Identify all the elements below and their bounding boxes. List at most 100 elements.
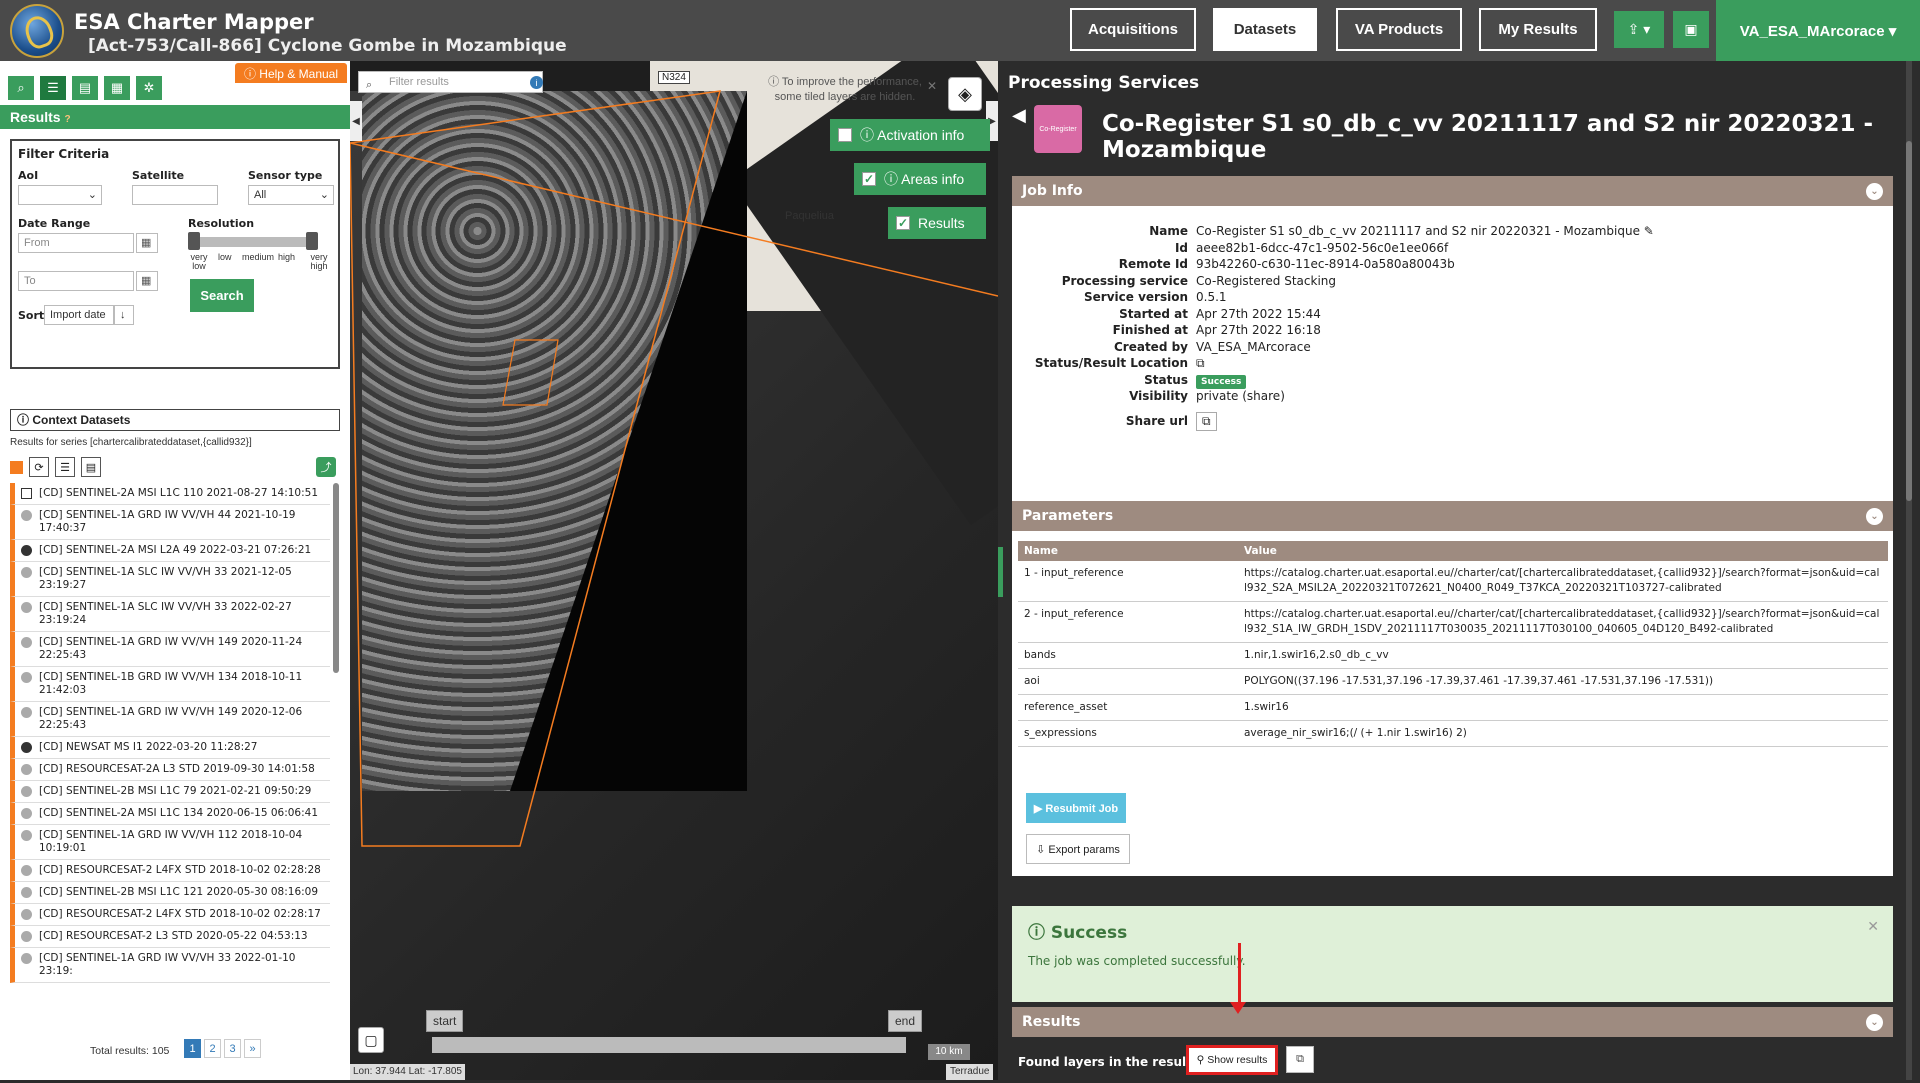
- date-to-input[interactable]: To: [18, 271, 134, 291]
- timeline-slider[interactable]: [432, 1037, 906, 1053]
- search-tool[interactable]: ⌕: [8, 76, 34, 100]
- param-name-header: Name: [1018, 541, 1238, 561]
- activation-info-checkbox[interactable]: [838, 128, 852, 142]
- chevron-down-icon[interactable]: ⌄: [1866, 508, 1883, 525]
- dataset-list-item[interactable]: [CD] RESOURCESAT-2 L3 STD 2020-05-22 04:…: [10, 926, 330, 948]
- dataset-list-item[interactable]: [CD] NEWSAT MS I1 2022-03-20 11:28:27: [10, 737, 330, 759]
- settings-tool[interactable]: ✲: [136, 76, 162, 100]
- page-next[interactable]: »: [244, 1039, 261, 1058]
- dataset-list-item[interactable]: [CD] SENTINEL-1A SLC IW VV/VH 33 2022-02…: [10, 597, 330, 632]
- help-manual-tab[interactable]: ⓘ Help & Manual: [235, 63, 347, 83]
- collapse-left-icon[interactable]: ◀: [350, 101, 362, 141]
- dataset-label: [CD] SENTINEL-2A MSI L1C 134 2020-06-15 …: [39, 807, 319, 819]
- left-panel: ⓘ Help & Manual ⌕ ☰ ▤ ▦ ✲ Results ? Filt…: [0, 61, 350, 1080]
- list-view-icon[interactable]: ☰: [55, 457, 75, 477]
- dataset-list-item[interactable]: [CD] RESOURCESAT-2A L3 STD 2019-09-30 14…: [10, 759, 330, 781]
- calendar-icon[interactable]: ▦: [136, 233, 158, 253]
- dataset-list-item[interactable]: [CD] SENTINEL-2A MSI L1C 134 2020-06-15 …: [10, 803, 330, 825]
- sort-select[interactable]: Import date: [44, 305, 114, 325]
- timeline-start[interactable]: start: [426, 1010, 464, 1032]
- filter-results-input[interactable]: ⌕ Filter results: [358, 71, 543, 93]
- nav-my-results[interactable]: My Results: [1479, 8, 1597, 51]
- nav-datasets[interactable]: Datasets: [1213, 8, 1317, 51]
- resubmit-job-button[interactable]: ▶ Resubmit Job: [1026, 793, 1126, 823]
- dataset-list-item[interactable]: [CD] RESOURCESAT-2 L4FX STD 2018-10-02 0…: [10, 860, 330, 882]
- dataset-list-item[interactable]: [CD] SENTINEL-2B MSI L1C 121 2020-05-30 …: [10, 882, 330, 904]
- globe-icon: [21, 887, 32, 898]
- dataset-list-item[interactable]: [CD] SENTINEL-1A GRD IW VV/VH 112 2018-1…: [10, 825, 330, 860]
- show-results-button[interactable]: ⚲ Show results: [1186, 1045, 1278, 1075]
- share-icon[interactable]: ⤴: [316, 457, 336, 477]
- results-section-header[interactable]: Results ⌄: [1012, 1007, 1893, 1037]
- basket-tool[interactable]: ▤: [72, 76, 98, 100]
- page-1[interactable]: 1: [184, 1039, 201, 1058]
- nav-va-products[interactable]: VA Products: [1336, 8, 1462, 51]
- page-2[interactable]: 2: [204, 1039, 221, 1058]
- external-link-icon[interactable]: ⧉: [1196, 356, 1205, 371]
- context-datasets-header[interactable]: ⓘ Context Datasets: [10, 409, 340, 431]
- scrollbar-thumb[interactable]: [1906, 141, 1912, 501]
- dataset-list-item[interactable]: [CD] SENTINEL-1A GRD IW VV/VH 33 2022-01…: [10, 948, 330, 983]
- status-badge: Success: [1196, 373, 1247, 389]
- dataset-list-item[interactable]: [CD] SENTINEL-1A GRD IW VV/VH 149 2020-1…: [10, 702, 330, 737]
- share-url-copy-icon[interactable]: ⧉: [1196, 411, 1217, 431]
- back-arrow-icon[interactable]: ◀: [1012, 105, 1026, 126]
- fullscreen-icon[interactable]: ▢: [358, 1027, 384, 1053]
- copy-icon[interactable]: ⧉: [1286, 1046, 1314, 1073]
- parameters-header[interactable]: Parameters ⌄: [1012, 501, 1893, 531]
- parameter-row: s_expressions average_nir_swir16;(/ (+ 1.…: [1018, 720, 1888, 747]
- resolution-slider[interactable]: [188, 232, 318, 250]
- slider-max-handle[interactable]: [306, 232, 318, 250]
- map-view[interactable]: ◀ ▶ ⌕ Filter results i N324 ⓘ To improve …: [350, 61, 998, 1080]
- dataset-list-item[interactable]: [CD] SENTINEL-2B MSI L1C 79 2021-02-21 0…: [10, 781, 330, 803]
- activation-info-button[interactable]: ⓘ Activation info: [830, 119, 990, 151]
- select-all-checkbox[interactable]: [10, 460, 23, 474]
- aoi-select[interactable]: ⌄: [18, 185, 102, 205]
- slider-min-handle[interactable]: [188, 232, 200, 250]
- close-icon[interactable]: ✕: [927, 79, 937, 93]
- results-layer-button[interactable]: ✓ Results: [888, 207, 986, 239]
- refresh-icon[interactable]: ⟳: [29, 457, 49, 477]
- success-message: The job was completed successfully.: [1028, 954, 1246, 968]
- dataset-list-item[interactable]: [CD] SENTINEL-1A GRD IW VV/VH 44 2021-10…: [10, 505, 330, 540]
- briefcase-button[interactable]: ▣: [1673, 11, 1709, 48]
- sensor-select[interactable]: All ⌄: [248, 185, 334, 205]
- panel-scrollbar[interactable]: [1906, 61, 1912, 1080]
- satellite-input[interactable]: [132, 185, 218, 205]
- areas-info-button[interactable]: ✓ ⓘ Areas info: [854, 163, 986, 195]
- results-checkbox[interactable]: ✓: [896, 216, 910, 230]
- close-icon[interactable]: ✕: [1867, 918, 1879, 935]
- dataset-list-item[interactable]: [CD] RESOURCESAT-2 L4FX STD 2018-10-02 0…: [10, 904, 330, 926]
- help-icon[interactable]: ?: [64, 114, 70, 125]
- job-info-value[interactable]: private (share): [1196, 389, 1285, 403]
- calendar-icon[interactable]: ▦: [136, 271, 158, 291]
- layers-button[interactable]: ◈: [948, 77, 982, 111]
- aoi-footprint: [502, 339, 559, 406]
- archive-tool[interactable]: ▦: [104, 76, 130, 100]
- date-from-input[interactable]: From: [18, 233, 134, 253]
- dataset-list-item[interactable]: [CD] SENTINEL-1A SLC IW VV/VH 33 2021-12…: [10, 562, 330, 597]
- dataset-list-item[interactable]: [CD] SENTINEL-2A MSI L1C 110 2021-08-27 …: [10, 483, 330, 505]
- dataset-list-item[interactable]: [CD] SENTINEL-1A GRD IW VV/VH 149 2020-1…: [10, 632, 330, 667]
- list-scrollbar[interactable]: [333, 483, 339, 673]
- dataset-list-item[interactable]: [CD] SENTINEL-1B GRD IW VV/VH 134 2018-1…: [10, 667, 330, 702]
- search-button[interactable]: Search: [190, 279, 254, 312]
- page-3[interactable]: 3: [224, 1039, 241, 1058]
- chevron-down-icon[interactable]: ⌄: [1866, 183, 1883, 200]
- export-params-button[interactable]: ⇩ Export params: [1026, 834, 1130, 864]
- basket-icon[interactable]: ▤: [81, 457, 101, 477]
- dataset-list-item[interactable]: [CD] SENTINEL-2A MSI L2A 49 2022-03-21 0…: [10, 540, 330, 562]
- user-menu[interactable]: VA_ESA_MArcorace ▾: [1716, 0, 1920, 61]
- sort-direction-icon[interactable]: ↓: [114, 305, 134, 325]
- globe-icon: [21, 742, 32, 753]
- panel-resize-handle[interactable]: [998, 547, 1003, 597]
- upload-button[interactable]: ⇪ ▾: [1614, 11, 1664, 48]
- list-tool[interactable]: ☰: [40, 76, 66, 100]
- areas-info-checkbox[interactable]: ✓: [862, 172, 876, 186]
- nav-acquisitions[interactable]: Acquisitions: [1070, 8, 1196, 51]
- info-icon[interactable]: i: [530, 76, 543, 89]
- chevron-down-icon[interactable]: ⌄: [1866, 1014, 1883, 1031]
- param-value: 1.nir,1.swir16,2.s0_db_c_vv: [1238, 642, 1888, 669]
- timeline-end[interactable]: end: [888, 1010, 923, 1032]
- job-info-header[interactable]: Job Info ⌄: [1012, 176, 1893, 206]
